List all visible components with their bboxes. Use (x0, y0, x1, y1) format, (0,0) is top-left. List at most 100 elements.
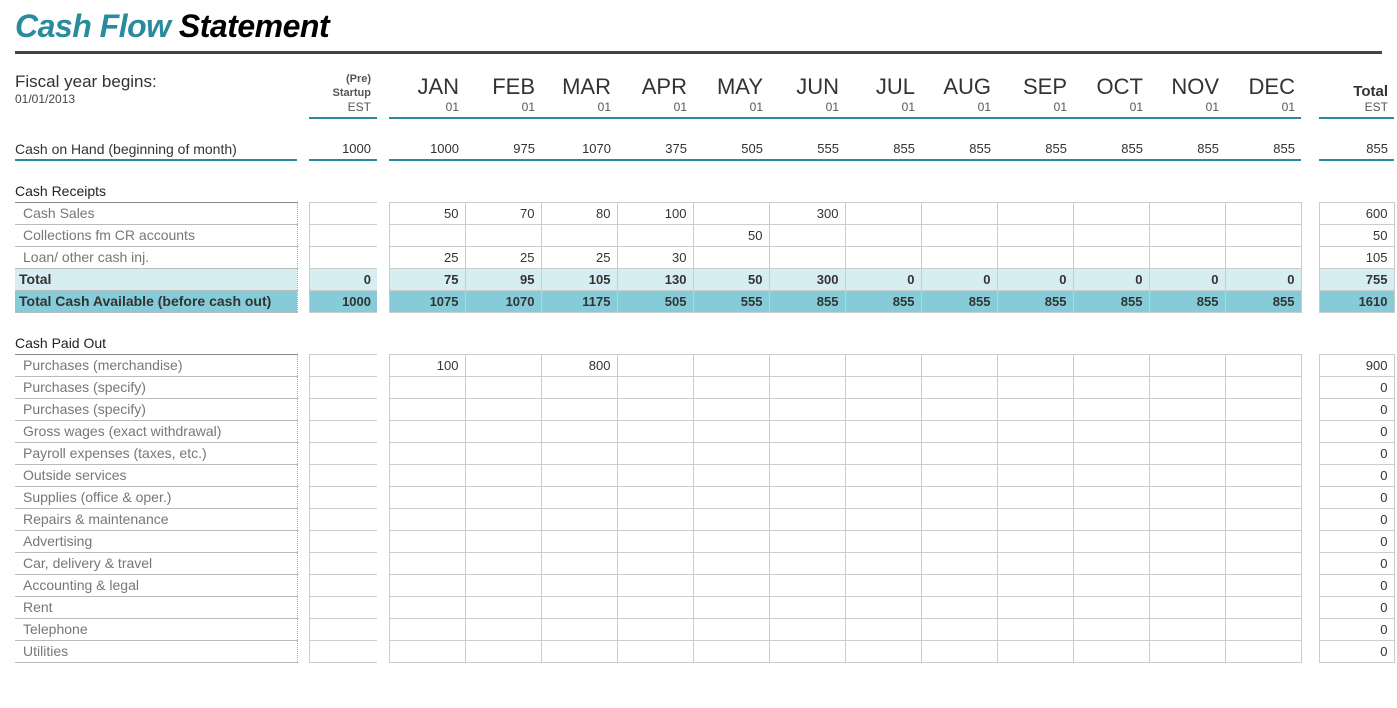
cell[interactable]: 25 (389, 246, 465, 268)
cell[interactable] (389, 574, 465, 596)
cell[interactable] (541, 442, 617, 464)
cell[interactable]: 50 (389, 202, 465, 224)
cell[interactable] (541, 530, 617, 552)
cell[interactable] (465, 224, 541, 246)
cell[interactable] (1225, 574, 1301, 596)
cell[interactable] (465, 464, 541, 486)
cell[interactable] (1225, 618, 1301, 640)
cell[interactable] (309, 224, 377, 246)
cell[interactable] (997, 486, 1073, 508)
cell[interactable] (769, 420, 845, 442)
cell-total[interactable]: 0 (1319, 442, 1394, 464)
cell[interactable]: 300 (769, 202, 845, 224)
cell-total[interactable]: 600 (1319, 202, 1394, 224)
cell[interactable] (541, 464, 617, 486)
cell[interactable] (997, 464, 1073, 486)
cell-total[interactable]: 0 (1319, 596, 1394, 618)
cell[interactable]: 50 (693, 224, 769, 246)
cell[interactable] (997, 640, 1073, 662)
cell[interactable]: 100 (389, 354, 465, 376)
cell[interactable] (309, 640, 377, 662)
cell[interactable] (769, 442, 845, 464)
cell[interactable] (769, 508, 845, 530)
cell[interactable] (769, 552, 845, 574)
cell-total[interactable]: 0 (1319, 376, 1394, 398)
cell[interactable] (693, 486, 769, 508)
cell[interactable]: 25 (541, 246, 617, 268)
cell[interactable] (1225, 224, 1301, 246)
cell[interactable] (845, 202, 921, 224)
cell[interactable] (845, 508, 921, 530)
cell[interactable] (617, 464, 693, 486)
cell[interactable] (997, 224, 1073, 246)
cell[interactable] (769, 530, 845, 552)
cell[interactable] (617, 640, 693, 662)
cell[interactable] (309, 246, 377, 268)
cell[interactable] (309, 530, 377, 552)
cell[interactable] (693, 376, 769, 398)
cell-total[interactable]: 105 (1319, 246, 1394, 268)
cell[interactable] (997, 508, 1073, 530)
cell[interactable] (997, 552, 1073, 574)
cell[interactable] (617, 530, 693, 552)
cell[interactable] (845, 530, 921, 552)
cell[interactable] (1149, 486, 1225, 508)
cell[interactable] (845, 552, 921, 574)
cell[interactable] (1225, 486, 1301, 508)
cell[interactable] (769, 224, 845, 246)
cell[interactable] (541, 552, 617, 574)
cell[interactable] (769, 246, 845, 268)
cell[interactable] (541, 376, 617, 398)
cell[interactable] (309, 442, 377, 464)
cell[interactable] (465, 420, 541, 442)
cell[interactable] (845, 618, 921, 640)
cell[interactable] (1225, 202, 1301, 224)
cell[interactable] (997, 530, 1073, 552)
cell[interactable] (921, 596, 997, 618)
cell[interactable] (921, 442, 997, 464)
cell[interactable] (465, 552, 541, 574)
cell[interactable] (1149, 618, 1225, 640)
cell[interactable] (1073, 552, 1149, 574)
cell[interactable] (693, 640, 769, 662)
cell[interactable] (465, 442, 541, 464)
cell[interactable] (1225, 640, 1301, 662)
cell[interactable] (1149, 508, 1225, 530)
cell[interactable] (921, 552, 997, 574)
cell[interactable] (921, 464, 997, 486)
cell[interactable] (465, 574, 541, 596)
cell[interactable] (997, 596, 1073, 618)
cell[interactable] (997, 442, 1073, 464)
cell-total[interactable]: 0 (1319, 420, 1394, 442)
cell[interactable] (997, 246, 1073, 268)
cell[interactable] (465, 530, 541, 552)
cell[interactable] (997, 202, 1073, 224)
cell[interactable] (1225, 530, 1301, 552)
cell[interactable] (309, 354, 377, 376)
cell[interactable] (845, 398, 921, 420)
cell[interactable] (1149, 574, 1225, 596)
cell[interactable] (845, 596, 921, 618)
cell[interactable] (769, 376, 845, 398)
cell-total[interactable]: 0 (1319, 486, 1394, 508)
cell[interactable] (693, 508, 769, 530)
cell[interactable] (845, 442, 921, 464)
cell[interactable] (1073, 618, 1149, 640)
cell[interactable]: 800 (541, 354, 617, 376)
cell[interactable] (389, 486, 465, 508)
cell[interactable] (1149, 420, 1225, 442)
cell[interactable] (1225, 354, 1301, 376)
cell[interactable] (921, 398, 997, 420)
cell[interactable] (389, 596, 465, 618)
cell[interactable] (617, 376, 693, 398)
cell[interactable] (1149, 596, 1225, 618)
cell[interactable] (693, 398, 769, 420)
cell-total[interactable]: 0 (1319, 398, 1394, 420)
cell[interactable] (921, 246, 997, 268)
cell[interactable] (389, 552, 465, 574)
cell[interactable] (389, 640, 465, 662)
cell[interactable] (541, 420, 617, 442)
cell[interactable] (921, 354, 997, 376)
cell[interactable] (617, 420, 693, 442)
cell[interactable] (769, 398, 845, 420)
